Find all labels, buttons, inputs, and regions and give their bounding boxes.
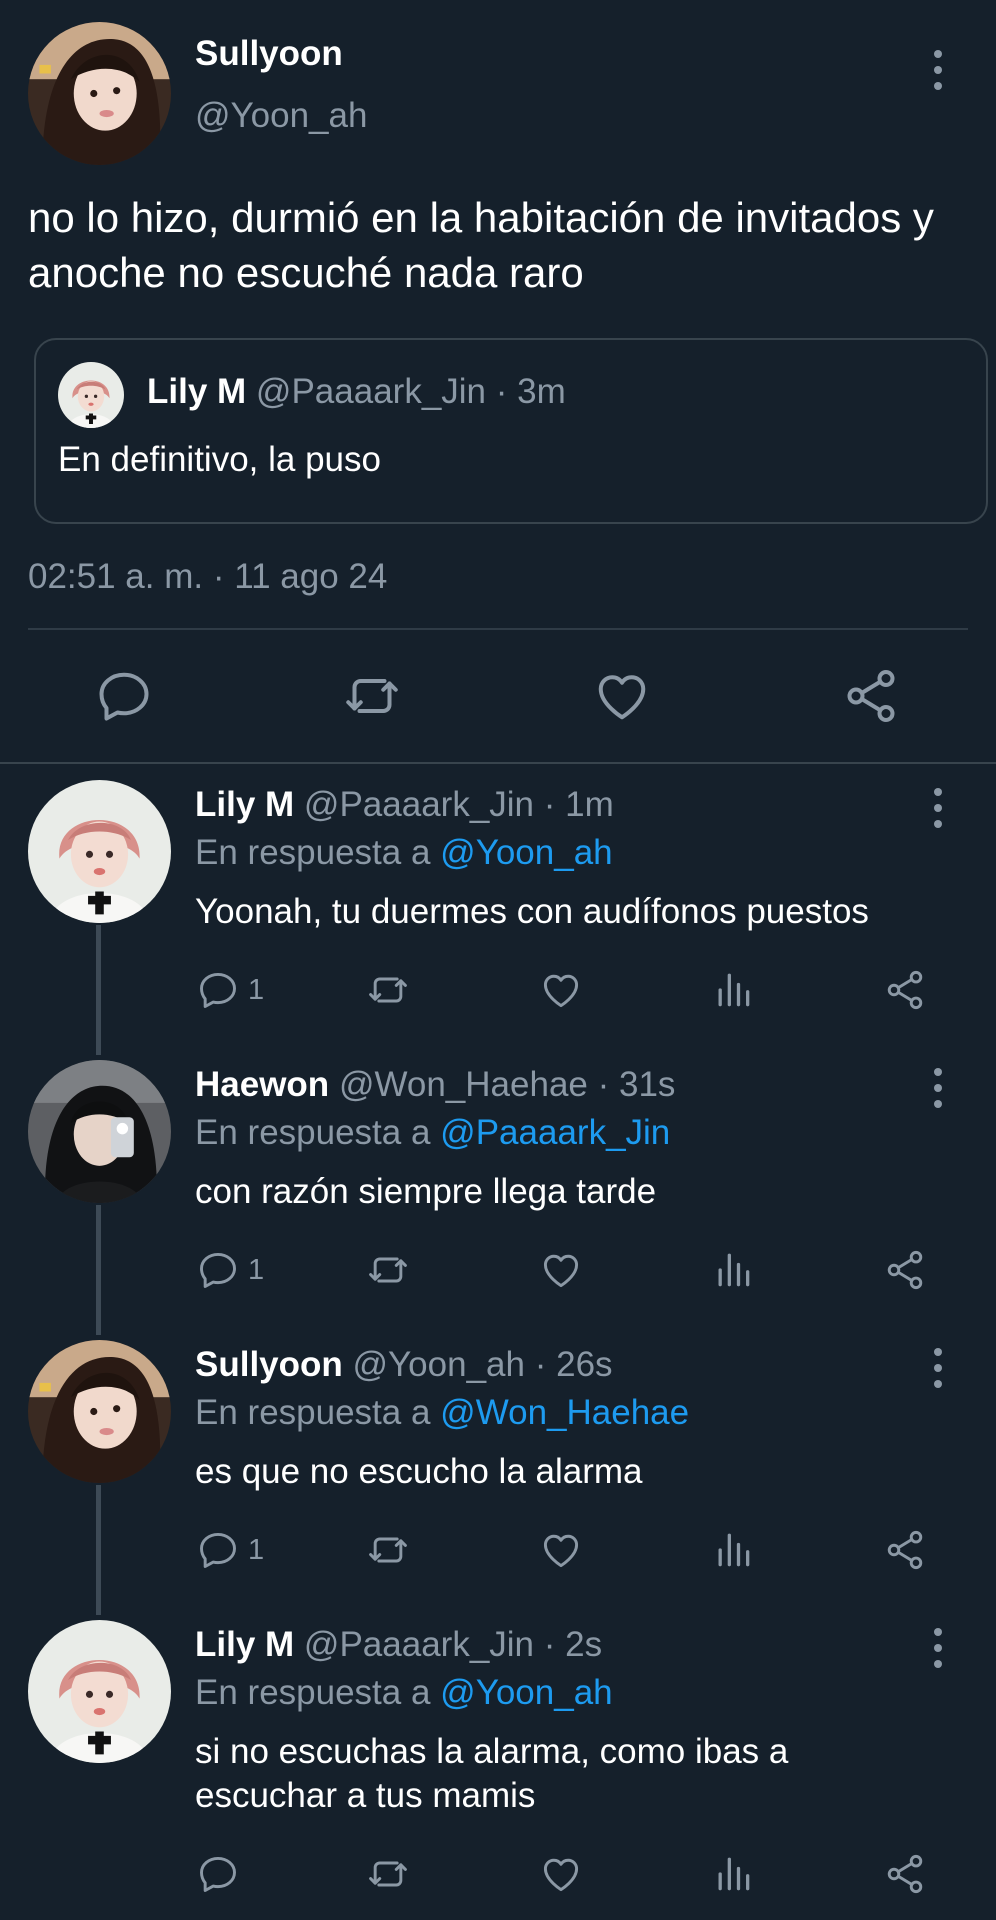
avatar-image (28, 1060, 171, 1203)
share-icon[interactable] (883, 1528, 927, 1572)
reply-time: · 2s (543, 1625, 603, 1664)
analytics-icon[interactable] (711, 1852, 755, 1896)
reply-text: Yoonah, tu duermes con audífonos puestos (195, 892, 869, 931)
retweet-icon[interactable] (366, 1852, 410, 1896)
retweet-icon[interactable] (366, 1248, 410, 1292)
reply-text: si no escuchas la alarma, como ibas a es… (195, 1732, 789, 1815)
author-name[interactable]: Lily M (195, 1625, 294, 1664)
reply-header: Lily M @Paaaark_Jin · 2s (195, 1625, 602, 1665)
avatar-image (28, 780, 171, 923)
heart-icon[interactable] (539, 1248, 583, 1292)
more-vertical-icon[interactable] (931, 50, 945, 90)
quoted-text: En definitivo, la puso (58, 440, 381, 479)
more-vertical-icon[interactable] (931, 1348, 945, 1388)
avatar (58, 362, 124, 428)
author-handle[interactable]: @Paaaark_Jin (304, 785, 534, 824)
avatar-image (28, 1620, 171, 1763)
author-name[interactable]: Lily M (195, 785, 294, 824)
reply-text: es que no escucho la alarma (195, 1452, 643, 1491)
replying-to-label: En respuesta a (195, 833, 431, 872)
author-name[interactable]: Sullyoon (195, 34, 343, 74)
avatar[interactable] (28, 1060, 171, 1203)
thread-line (96, 925, 101, 1055)
more-vertical-icon[interactable] (931, 1068, 945, 1108)
analytics-icon[interactable] (711, 1528, 755, 1572)
heart-icon[interactable] (539, 1852, 583, 1896)
reply-count: 1 (248, 1534, 265, 1566)
replying-to: En respuesta a @Paaaark_Jin (195, 1113, 670, 1153)
replying-to-label: En respuesta a (195, 1113, 431, 1152)
quoted-author-name: Lily M (147, 372, 247, 411)
share-icon[interactable] (883, 1248, 927, 1292)
reply-header: Sullyoon @Yoon_ah · 26s (195, 1345, 613, 1385)
quoted-author-handle: @Paaaark_Jin (255, 372, 487, 411)
avatar[interactable] (28, 22, 171, 165)
replying-to: En respuesta a @Yoon_ah (195, 1673, 613, 1713)
reply-time: · 31s (597, 1065, 676, 1104)
reply-icon[interactable] (196, 1248, 240, 1292)
replying-to-handle[interactable]: @Won_Haehae (440, 1393, 689, 1432)
replying-to-label: En respuesta a (195, 1393, 431, 1432)
replying-to-label: En respuesta a (195, 1673, 431, 1712)
share-icon[interactable] (883, 1852, 927, 1896)
replying-to-handle[interactable]: @Paaaark_Jin (440, 1113, 670, 1152)
reply-time: · 26s (534, 1345, 613, 1384)
avatar[interactable] (28, 780, 171, 923)
author-handle[interactable]: @Won_Haehae (339, 1065, 588, 1104)
heart-icon[interactable] (539, 1528, 583, 1572)
tweet-text: no lo hizo, durmió en la habitación de i… (28, 194, 934, 296)
reply-header: Haewon @Won_Haehae · 31s (195, 1065, 675, 1105)
divider (0, 762, 996, 764)
heart-icon[interactable] (539, 968, 583, 1012)
avatar-image (28, 1340, 171, 1483)
more-vertical-icon[interactable] (931, 1628, 945, 1668)
retweet-icon[interactable] (342, 666, 402, 726)
retweet-icon[interactable] (366, 1528, 410, 1572)
author-handle[interactable]: @Paaaark_Jin (304, 1625, 534, 1664)
share-icon[interactable] (841, 666, 901, 726)
replying-to-handle[interactable]: @Yoon_ah (440, 833, 612, 872)
reply-header: Lily M @Paaaark_Jin · 1m (195, 785, 614, 825)
reply-icon[interactable] (196, 1852, 240, 1896)
analytics-icon[interactable] (711, 968, 755, 1012)
reply-icon[interactable] (196, 968, 240, 1012)
replying-to: En respuesta a @Yoon_ah (195, 833, 613, 873)
reply-icon[interactable] (94, 666, 154, 726)
avatar[interactable] (28, 1620, 171, 1763)
thread-line (96, 1205, 101, 1335)
retweet-icon[interactable] (366, 968, 410, 1012)
more-vertical-icon[interactable] (931, 788, 945, 828)
quoted-time: · 3m (495, 372, 566, 411)
author-name[interactable]: Haewon (195, 1065, 329, 1104)
reply-time: · 1m (543, 785, 614, 824)
author-name[interactable]: Sullyoon (195, 1345, 343, 1384)
tweet-timestamp[interactable]: 02:51 a. m. · 11 ago 24 (28, 557, 387, 597)
avatar-image (28, 22, 171, 165)
reply-count: 1 (248, 1254, 265, 1286)
quoted-tweet[interactable]: Lily M @Paaaark_Jin · 3m En definitivo, … (34, 338, 988, 524)
quoted-tweet-header: Lily M @Paaaark_Jin · 3m (147, 372, 566, 412)
avatar[interactable] (28, 1340, 171, 1483)
avatar-image (58, 362, 124, 428)
thread-line (96, 1485, 101, 1615)
reply-text: con razón siempre llega tarde (195, 1172, 657, 1211)
replying-to-handle[interactable]: @Yoon_ah (440, 1673, 612, 1712)
reply-icon[interactable] (196, 1528, 240, 1572)
share-icon[interactable] (883, 968, 927, 1012)
author-handle[interactable]: @Yoon_ah (195, 96, 367, 136)
divider (28, 628, 968, 630)
replying-to: En respuesta a @Won_Haehae (195, 1393, 689, 1433)
heart-icon[interactable] (592, 666, 652, 726)
author-handle[interactable]: @Yoon_ah (353, 1345, 525, 1384)
analytics-icon[interactable] (711, 1248, 755, 1292)
reply-count: 1 (248, 974, 265, 1006)
